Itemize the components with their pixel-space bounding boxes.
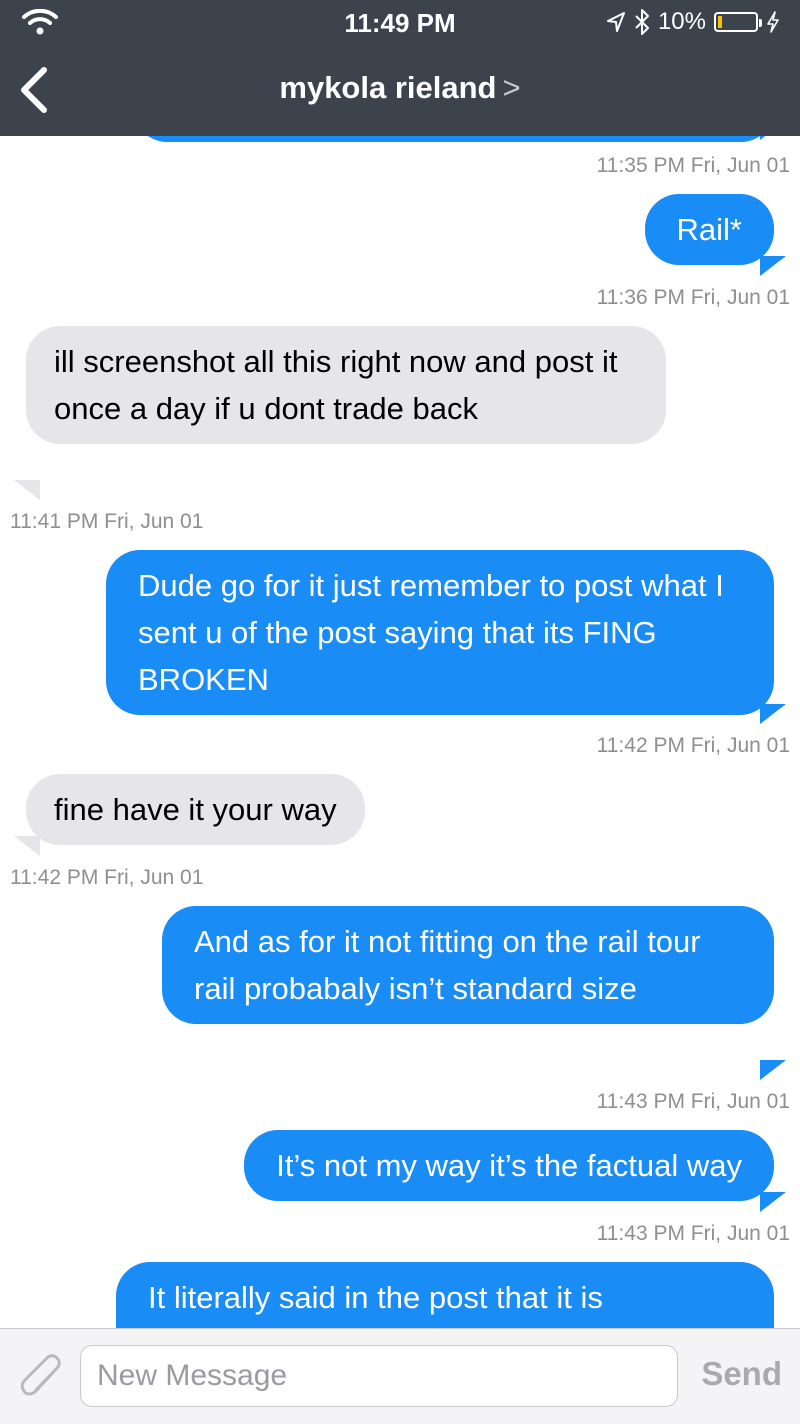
message-timestamp: 11:41 PM Fri, Jun 01 (10, 510, 204, 533)
chevron-right-icon: > (502, 70, 521, 105)
status-indicators: 10% (606, 6, 780, 38)
message-bubble-sent[interactable]: It literally said in the post that it is (116, 1262, 774, 1328)
message-bubble-sent[interactable] (134, 136, 774, 142)
battery-level (718, 16, 722, 28)
message-bubble-sent[interactable]: It’s not my way it’s the factual way (244, 1130, 774, 1201)
send-button[interactable]: Send (701, 1355, 782, 1393)
message-bubble-sent[interactable]: Dude go for it just remember to post wha… (106, 550, 774, 715)
message-thread[interactable]: 11:35 PM Fri, Jun 01 Rail* 11:36 PM Fri,… (0, 136, 800, 1328)
bluetooth-icon (635, 9, 649, 35)
status-bar: 11:49 PM 10% (0, 0, 800, 44)
message-timestamp: 11:35 PM Fri, Jun 01 (596, 154, 790, 177)
paperclip-icon[interactable] (16, 1353, 68, 1405)
battery-icon (714, 12, 762, 32)
message-timestamp: 11:42 PM Fri, Jun 01 (10, 866, 204, 889)
charging-bolt-icon (767, 11, 779, 33)
message-timestamp: 11:42 PM Fri, Jun 01 (596, 734, 790, 757)
message-timestamp: 11:36 PM Fri, Jun 01 (596, 286, 790, 309)
message-composer: Send (0, 1328, 800, 1424)
message-bubble-sent[interactable]: Rail* (644, 194, 774, 265)
contact-name-button[interactable]: mykola rieland > (0, 70, 800, 106)
conversation-header: mykola rieland > (0, 44, 800, 136)
message-bubble-received[interactable]: ill screenshot all this right now and po… (26, 326, 666, 444)
battery-percent: 10% (657, 8, 706, 35)
location-arrow-icon (606, 12, 625, 32)
message-timestamp: 11:43 PM Fri, Jun 01 (596, 1222, 790, 1245)
contact-name: mykola rieland (279, 70, 497, 105)
message-timestamp: 11:43 PM Fri, Jun 01 (596, 1090, 790, 1113)
new-message-input[interactable] (80, 1345, 678, 1407)
message-bubble-sent[interactable]: And as for it not fitting on the rail to… (162, 906, 774, 1024)
message-bubble-received[interactable]: fine have it your way (26, 774, 365, 845)
